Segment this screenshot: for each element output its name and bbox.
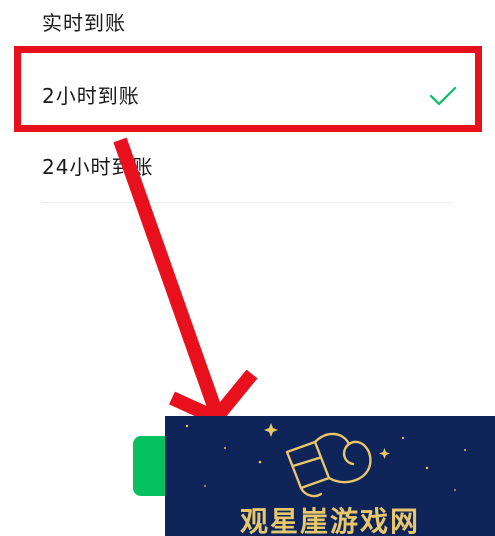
option-label: 24小时到账 bbox=[42, 155, 154, 179]
watermark: 观星崖游戏网 bbox=[165, 416, 495, 536]
watermark-text: 观星崖游戏网 bbox=[239, 505, 420, 536]
annotation-highlight-box bbox=[14, 46, 482, 132]
option-realtime[interactable]: 实时到账 bbox=[42, 11, 453, 35]
divider bbox=[42, 202, 453, 203]
option-24-hours[interactable]: 24小时到账 bbox=[42, 155, 453, 179]
option-label: 实时到账 bbox=[42, 11, 126, 35]
